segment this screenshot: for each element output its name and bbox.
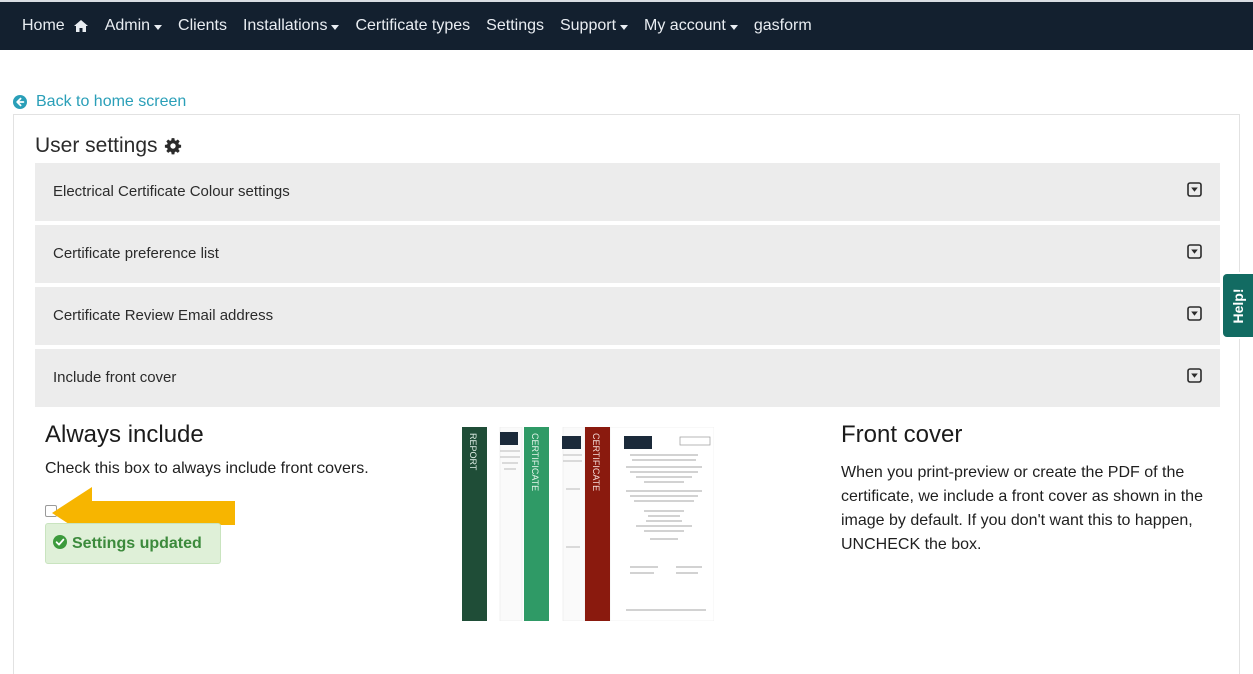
accordion-review-email[interactable]: Certificate Review Email address <box>35 287 1220 345</box>
back-to-home-link[interactable]: Back to home screen <box>13 93 186 111</box>
nav-admin[interactable]: Admin <box>97 17 170 35</box>
top-navbar: Home Admin Clients Installations Certifi… <box>0 0 1253 50</box>
front-cover-description: When you print-preview or create the PDF… <box>841 464 1203 553</box>
caret-square-down-icon <box>1187 368 1202 383</box>
nav-support-label: Support <box>559 17 617 34</box>
caret-square-down-icon <box>1187 182 1202 197</box>
always-include-heading: Always include <box>45 421 204 448</box>
nav-my-account[interactable]: My account <box>636 17 746 35</box>
settings-panel: User settings Electrical Certificate Col… <box>13 114 1240 674</box>
gear-icon <box>164 138 181 155</box>
chevron-down-icon <box>154 24 163 30</box>
front-cover-info-section: Front cover When you print-preview or cr… <box>841 421 1211 557</box>
nav-settings-label: Settings <box>486 17 544 34</box>
accordion-preference-list-label: Certificate preference list <box>53 245 219 262</box>
chevron-down-icon <box>729 24 738 30</box>
nav-installations-label: Installations <box>242 17 328 34</box>
nav-home[interactable]: Home <box>14 17 97 35</box>
circle-arrow-left-icon <box>13 95 27 109</box>
accordion-front-cover-label: Include front cover <box>53 369 177 386</box>
check-circle-icon <box>53 534 67 549</box>
nav-certificate-types-label: Certificate types <box>355 17 471 34</box>
svg-text:REPORT: REPORT <box>468 433 478 471</box>
accordion-colour-settings-label: Electrical Certificate Colour settings <box>53 183 290 200</box>
settings-updated-text: Settings updated <box>72 534 202 552</box>
always-include-description: Check this box to always include front c… <box>45 460 369 477</box>
accordion-preference-list[interactable]: Certificate preference list <box>35 225 1220 283</box>
nav-support[interactable]: Support <box>552 17 636 35</box>
nav-settings[interactable]: Settings <box>478 17 552 35</box>
settings-updated-message: Settings updated <box>45 523 221 564</box>
nav-installations[interactable]: Installations <box>235 17 348 35</box>
help-tab[interactable]: Help! <box>1221 272 1253 339</box>
nav-admin-label: Admin <box>104 17 151 34</box>
svg-text:CERTIFICATE: CERTIFICATE <box>591 433 601 491</box>
caret-square-down-icon <box>1187 244 1202 259</box>
chevron-down-icon <box>331 24 340 30</box>
accordion-front-cover[interactable]: Include front cover <box>35 349 1220 407</box>
nav-my-account-label: My account <box>644 17 726 34</box>
nav-certificate-types[interactable]: Certificate types <box>347 17 478 35</box>
caret-square-down-icon <box>1187 306 1202 321</box>
back-link-label: Back to home screen <box>36 93 187 110</box>
page-title-text: User settings <box>35 134 158 157</box>
nav-clients-label: Clients <box>178 17 227 34</box>
nav-clients[interactable]: Clients <box>170 17 235 35</box>
accordion-review-email-label: Certificate Review Email address <box>53 307 274 324</box>
help-tab-label: Help! <box>1230 288 1246 323</box>
chevron-down-icon <box>620 24 629 30</box>
nav-gasform-label: gasform <box>753 17 812 34</box>
front-cover-heading: Front cover <box>841 421 963 448</box>
accordion-colour-settings[interactable]: Electrical Certificate Colour settings <box>35 163 1220 221</box>
nav-home-label: Home <box>22 17 65 34</box>
home-icon <box>73 20 88 32</box>
nav-gasform[interactable]: gasform <box>746 17 820 35</box>
main-nav: Home Admin Clients Installations Certifi… <box>14 2 820 50</box>
page-title: User settings <box>35 134 182 158</box>
front-cover-preview-image: REPORT CERTIFICATE CERTIFICATE <box>462 427 714 621</box>
svg-text:CERTIFICATE: CERTIFICATE <box>530 433 540 491</box>
always-include-section: Always include Check this box to always … <box>45 421 369 478</box>
